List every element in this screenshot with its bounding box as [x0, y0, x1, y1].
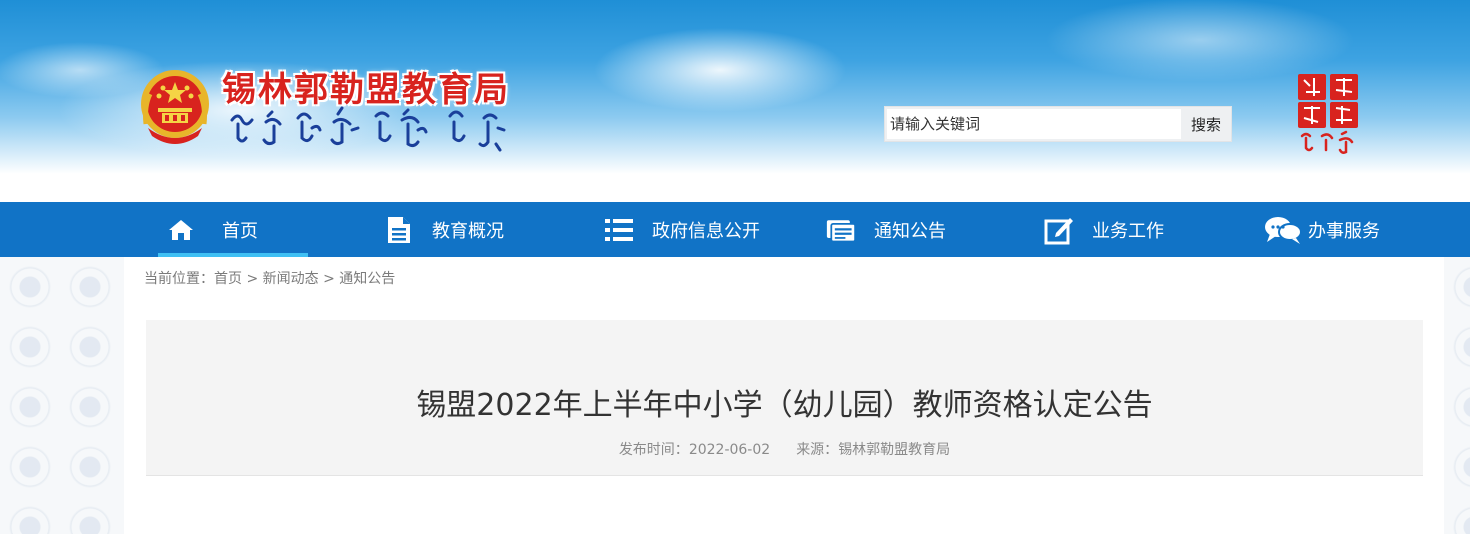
search-button[interactable]: 搜索 — [1183, 109, 1229, 139]
breadcrumb-separator: > — [246, 271, 259, 287]
publish-date-label: 发布时间： — [618, 442, 689, 458]
breadcrumb-item-news[interactable]: 新闻动态 — [263, 271, 319, 287]
nav-item-notices[interactable]: 通知公告 — [826, 202, 976, 257]
nav-item-gov-info[interactable]: 政府信息公开 — [604, 202, 774, 257]
seal-logo-icon — [1298, 74, 1358, 154]
article-title: 锡盟2022年上半年中小学（幼儿园）教师资格认定公告 — [416, 388, 1153, 423]
publish-date: 2022-06-02 — [688, 442, 771, 458]
article-meta: 发布时间：2022-06-02 来源：锡林郭勒盟教育局 — [146, 439, 1423, 459]
search-box: 搜索 — [884, 106, 1232, 142]
mongolian-script-logo — [230, 106, 506, 152]
decorative-pattern-right — [1444, 257, 1470, 534]
article-header: 锡盟2022年上半年中小学（幼儿园）教师资格认定公告 发布时间：2022-06-… — [146, 320, 1423, 476]
site-header: 锡林郭勒盟教育局 搜索 — [0, 0, 1470, 202]
main-nav: 首页 教育概况 政府信息公开 通知公告 业务工作 办事服务 — [0, 202, 1470, 257]
nav-item-label: 办事服务 — [1308, 220, 1380, 242]
nav-item-services[interactable]: 办事服务 — [1264, 202, 1414, 257]
notice-icon — [826, 215, 856, 245]
search-input[interactable] — [887, 109, 1181, 139]
breadcrumb: 当前位置：首页 > 新闻动态 > 通知公告 — [144, 268, 395, 288]
breadcrumb-separator: > — [323, 271, 335, 287]
nav-item-label: 教育概况 — [432, 220, 504, 242]
edit-icon — [1044, 215, 1074, 245]
list-icon — [604, 215, 634, 245]
source-label: 来源： — [796, 442, 839, 458]
nav-item-label: 首页 — [222, 220, 258, 242]
chat-icon — [1264, 215, 1302, 245]
breadcrumb-item-notices[interactable]: 通知公告 — [339, 271, 395, 287]
source-value: 锡林郭勒盟教育局 — [838, 442, 951, 458]
breadcrumb-item-home[interactable]: 首页 — [214, 271, 242, 287]
nav-item-business[interactable]: 业务工作 — [1044, 202, 1194, 257]
national-emblem-icon[interactable] — [136, 66, 214, 148]
document-icon — [384, 215, 414, 245]
decorative-pattern-left — [0, 257, 124, 534]
nav-item-label: 通知公告 — [874, 220, 946, 242]
home-icon — [166, 215, 196, 245]
nav-item-label: 业务工作 — [1092, 220, 1164, 242]
nav-item-home[interactable]: 首页 — [158, 202, 308, 257]
nav-item-education-overview[interactable]: 教育概况 — [384, 202, 534, 257]
breadcrumb-prefix: 当前位置： — [144, 271, 214, 287]
nav-item-label: 政府信息公开 — [652, 220, 760, 242]
